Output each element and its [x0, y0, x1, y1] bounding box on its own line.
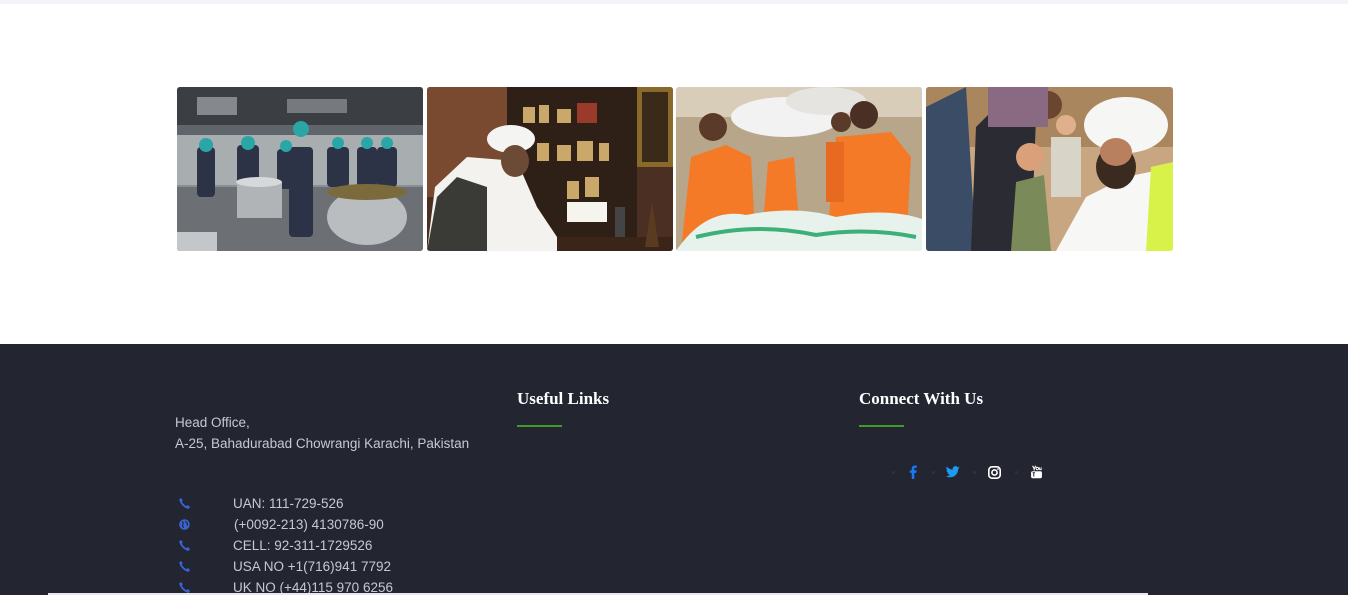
useful-links-underline [517, 425, 562, 427]
twitter-icon[interactable] [944, 463, 962, 481]
phone-icon [179, 497, 191, 509]
ration-distribution-photo[interactable] [676, 87, 922, 251]
phone-icon [179, 560, 191, 572]
connect-underline [859, 425, 904, 427]
social-separator [973, 471, 976, 474]
contact-text: CELL: 92-311-1729526 [233, 538, 373, 553]
social-separator [932, 471, 935, 474]
useful-links-heading: Useful Links [517, 389, 610, 408]
phone-icon [179, 539, 191, 551]
contact-text: USA NO +1(716)941 7792 [233, 559, 391, 574]
address-line-1: Head Office, [175, 415, 250, 430]
site-footer: Head Office, A-25, Bahadurabad Chowrangi… [0, 344, 1348, 595]
youtube-icon[interactable] [1027, 463, 1045, 481]
social-separator [892, 471, 895, 474]
head-office-address: Head Office, A-25, Bahadurabad Chowrangi… [175, 412, 469, 454]
address-line-2: A-25, Bahadurabad Chowrangi Karachi, Pak… [175, 436, 470, 451]
kitchen-cooking-photo[interactable] [177, 87, 423, 251]
facebook-icon[interactable] [904, 463, 922, 481]
scholar-at-desk-photo[interactable] [427, 87, 673, 251]
contact-text: UAN: 111-729-526 [233, 496, 344, 511]
social-separator [1015, 471, 1018, 474]
globe-icon [179, 519, 190, 530]
photo-gallery [177, 87, 1173, 251]
top-strip [0, 0, 1348, 4]
children-with-scholar-photo[interactable] [926, 87, 1173, 251]
connect-heading: Connect With Us [859, 389, 984, 408]
instagram-icon[interactable] [985, 463, 1003, 481]
contact-text: (+0092-213) 4130786-90 [234, 517, 384, 532]
